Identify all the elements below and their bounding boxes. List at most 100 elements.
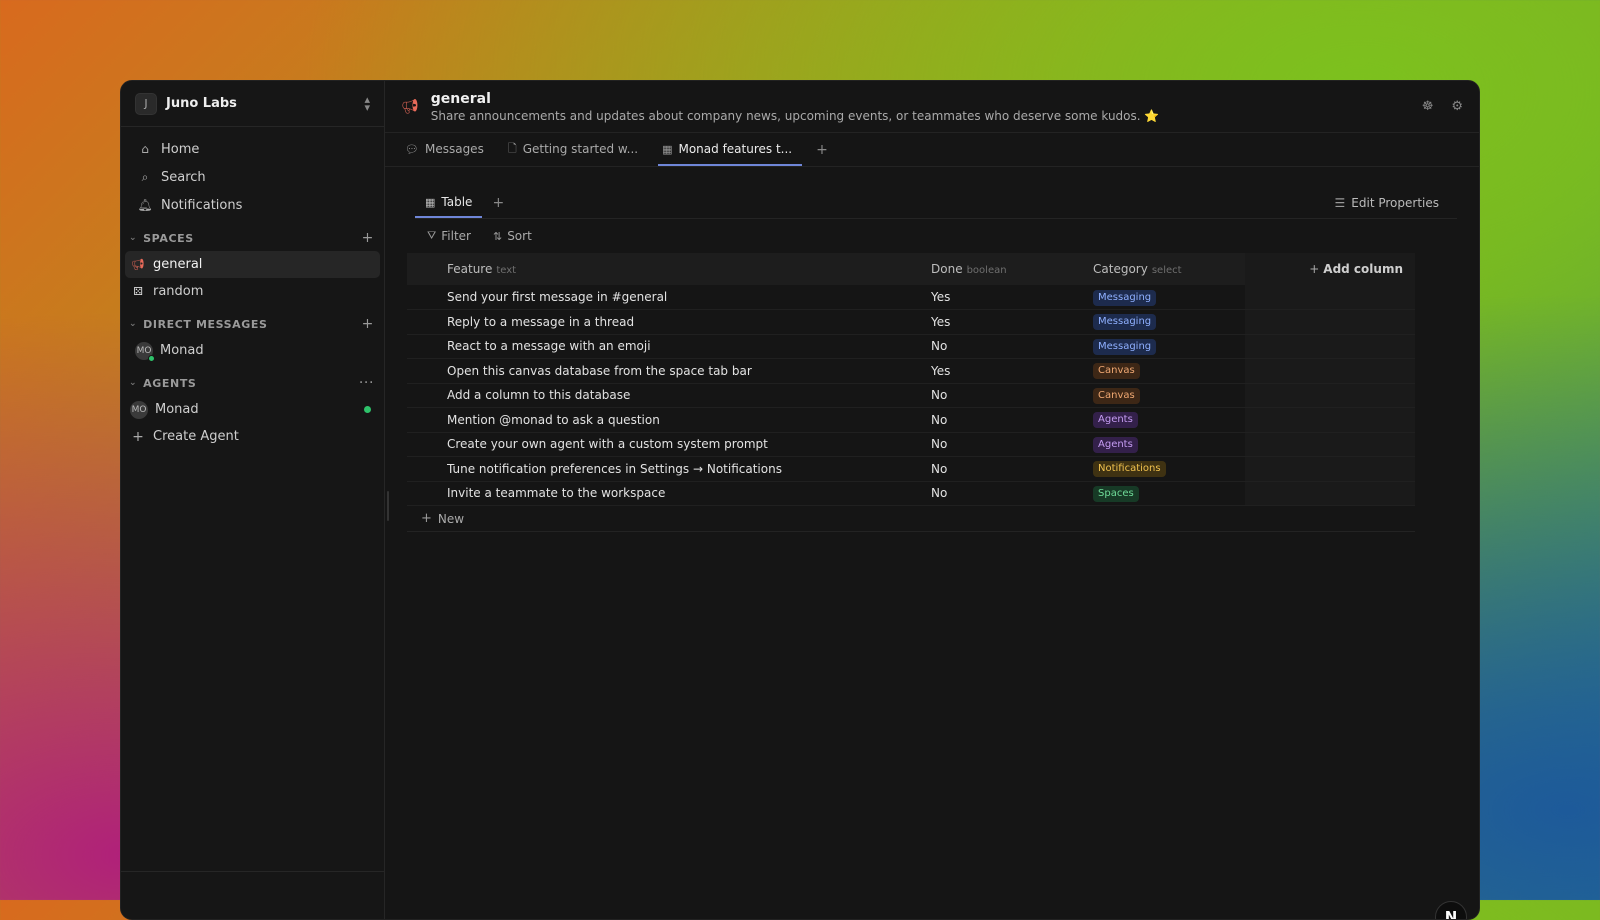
cell-category[interactable]: Spaces bbox=[1093, 481, 1245, 506]
plus-icon: + bbox=[421, 511, 432, 526]
cell-empty bbox=[1245, 407, 1415, 433]
tab-monad-features[interactable]: ▦ Monad features t... bbox=[658, 134, 803, 166]
cell-feature[interactable]: Tune notification preferences in Setting… bbox=[447, 456, 931, 482]
table-row[interactable]: Create your own agent with a custom syst… bbox=[407, 432, 1415, 457]
cell-done[interactable]: No bbox=[931, 481, 1093, 506]
add-tab-button[interactable]: + bbox=[812, 134, 832, 166]
nav-notifications[interactable]: 🔔︎ Notifications bbox=[121, 191, 384, 219]
table-row[interactable]: React to a message with an emoji No Messag… bbox=[407, 334, 1415, 359]
filter-icon: ⛛ bbox=[427, 229, 437, 242]
row-handle bbox=[407, 309, 447, 335]
cell-category[interactable]: Agents bbox=[1093, 407, 1245, 433]
agent-item-monad[interactable]: MO Monad bbox=[125, 396, 380, 423]
online-status-icon bbox=[364, 406, 371, 413]
table-body: Send your first message in #general Yes Me… bbox=[407, 285, 1415, 506]
edit-properties-button[interactable]: ☰ Edit Properties bbox=[1335, 188, 1457, 218]
chevron-down-icon: ⌄ bbox=[129, 233, 138, 243]
cell-feature[interactable]: Mention @monad to ask a question bbox=[447, 407, 931, 433]
category-tag: Agents bbox=[1093, 412, 1138, 429]
nav-label: Home bbox=[161, 141, 200, 157]
column-header-category[interactable]: Category select bbox=[1093, 253, 1245, 285]
table-row[interactable]: Mention @monad to ask a question No Agents bbox=[407, 407, 1415, 433]
section-direct-messages[interactable]: ⌄ DIRECT MESSAGES + bbox=[121, 311, 384, 337]
new-row-button[interactable]: + New bbox=[407, 506, 1415, 532]
avatar: MO bbox=[130, 400, 148, 419]
cell-category[interactable]: Canvas bbox=[1093, 383, 1245, 408]
cell-feature[interactable]: Send your first message in #general bbox=[447, 285, 931, 310]
cell-category[interactable]: Notifications bbox=[1093, 456, 1245, 482]
sort-button[interactable]: ⇅ Sort bbox=[493, 229, 532, 243]
space-item-general[interactable]: 📢︎ general bbox=[125, 251, 380, 278]
filter-button[interactable]: ⛛ Filter bbox=[427, 229, 471, 243]
gear-icon[interactable]: ⚙ bbox=[1451, 99, 1463, 114]
category-tag: Messaging bbox=[1093, 314, 1157, 331]
space-label: random bbox=[153, 284, 204, 299]
workspace-switcher[interactable]: J Juno Labs ▴ ▾ bbox=[121, 81, 384, 127]
cell-feature[interactable]: Open this canvas database from the space… bbox=[447, 358, 931, 384]
cell-feature[interactable]: Reply to a message in a thread bbox=[447, 309, 931, 335]
view-tab-table[interactable]: ▦ Table bbox=[415, 188, 483, 218]
table-row[interactable]: Reply to a message in a thread Yes Messagi… bbox=[407, 309, 1415, 335]
cell-category[interactable]: Messaging bbox=[1093, 285, 1245, 310]
plus-icon: + bbox=[132, 428, 144, 445]
add-space-icon[interactable]: + bbox=[362, 230, 374, 246]
cell-category[interactable]: Canvas bbox=[1093, 358, 1245, 384]
view-bar: ▦ Table + ☰ Edit Properties bbox=[415, 189, 1457, 219]
row-handle bbox=[407, 432, 447, 457]
section-spaces[interactable]: ⌄ SPACES + bbox=[121, 225, 384, 251]
channel-description: Share announcements and updates about co… bbox=[430, 108, 1160, 123]
row-handle bbox=[407, 481, 447, 506]
bot-icon[interactable]: ☸ bbox=[1422, 99, 1434, 114]
cell-category[interactable]: Messaging bbox=[1093, 309, 1245, 335]
cell-empty bbox=[1245, 285, 1415, 310]
dm-label: Monad bbox=[160, 343, 204, 358]
cell-done[interactable]: Yes bbox=[931, 309, 1093, 335]
table-row[interactable]: Send your first message in #general Yes Me… bbox=[407, 285, 1415, 310]
agent-label: Monad bbox=[155, 402, 199, 417]
add-dm-icon[interactable]: + bbox=[362, 316, 374, 332]
tab-messages[interactable]: 💬︎ Messages bbox=[401, 134, 494, 166]
table-icon: ▦ bbox=[425, 195, 436, 209]
row-handle bbox=[407, 456, 447, 482]
column-header-done[interactable]: Done boolean bbox=[931, 253, 1093, 285]
channel-header: 📢︎ general Share announcements and updat… bbox=[385, 81, 1479, 133]
cell-feature[interactable]: Create your own agent with a custom syst… bbox=[447, 432, 931, 457]
cell-feature[interactable]: React to a message with an emoji bbox=[447, 334, 931, 359]
space-item-random[interactable]: ⚄ random bbox=[125, 278, 380, 305]
more-icon[interactable]: ··· bbox=[359, 375, 374, 391]
nav-search[interactable]: ⌕ Search bbox=[121, 163, 384, 191]
table-header-row: Feature text Done boolean Category select +… bbox=[407, 253, 1415, 285]
dice-icon: ⚄ bbox=[133, 285, 143, 298]
cell-done[interactable]: No bbox=[931, 383, 1093, 408]
cell-empty bbox=[1245, 334, 1415, 359]
nav-label: Search bbox=[161, 169, 206, 185]
create-agent-button[interactable]: + Create Agent bbox=[125, 423, 380, 450]
category-tag: Canvas bbox=[1093, 387, 1140, 404]
nav-home[interactable]: ⌂ Home bbox=[121, 135, 384, 163]
tab-getting-started[interactable]: 🗋 Getting started w... bbox=[504, 134, 648, 166]
cell-done[interactable]: Yes bbox=[931, 358, 1093, 384]
app-logo-button[interactable]: N bbox=[1435, 901, 1467, 919]
table-row[interactable]: Invite a teammate to the workspace No Spac… bbox=[407, 481, 1415, 506]
cell-done[interactable]: No bbox=[931, 334, 1093, 359]
cell-category[interactable]: Messaging bbox=[1093, 334, 1245, 359]
table-row[interactable]: Add a column to this database No Canvas bbox=[407, 383, 1415, 408]
category-tag: Notifications bbox=[1093, 461, 1166, 478]
sidebar-footer bbox=[121, 871, 384, 919]
table-row[interactable]: Open this canvas database from the space… bbox=[407, 358, 1415, 384]
column-header-feature[interactable]: Feature text bbox=[447, 253, 931, 285]
cell-done[interactable]: No bbox=[931, 456, 1093, 482]
add-column-button[interactable]: + Add column bbox=[1245, 253, 1415, 285]
cell-done[interactable]: No bbox=[931, 432, 1093, 457]
dm-item-monad[interactable]: MO Monad bbox=[125, 337, 380, 364]
megaphone-icon: 📢︎ bbox=[131, 258, 145, 271]
category-tag: Messaging bbox=[1093, 289, 1157, 306]
cell-feature[interactable]: Invite a teammate to the workspace bbox=[447, 481, 931, 506]
cell-done[interactable]: No bbox=[931, 407, 1093, 433]
cell-feature[interactable]: Add a column to this database bbox=[447, 383, 931, 408]
section-agents[interactable]: ⌄ AGENTS ··· bbox=[121, 370, 384, 396]
table-row[interactable]: Tune notification preferences in Setting… bbox=[407, 456, 1415, 482]
cell-category[interactable]: Agents bbox=[1093, 432, 1245, 457]
cell-done[interactable]: Yes bbox=[931, 285, 1093, 310]
add-view-button[interactable]: + bbox=[482, 188, 514, 218]
